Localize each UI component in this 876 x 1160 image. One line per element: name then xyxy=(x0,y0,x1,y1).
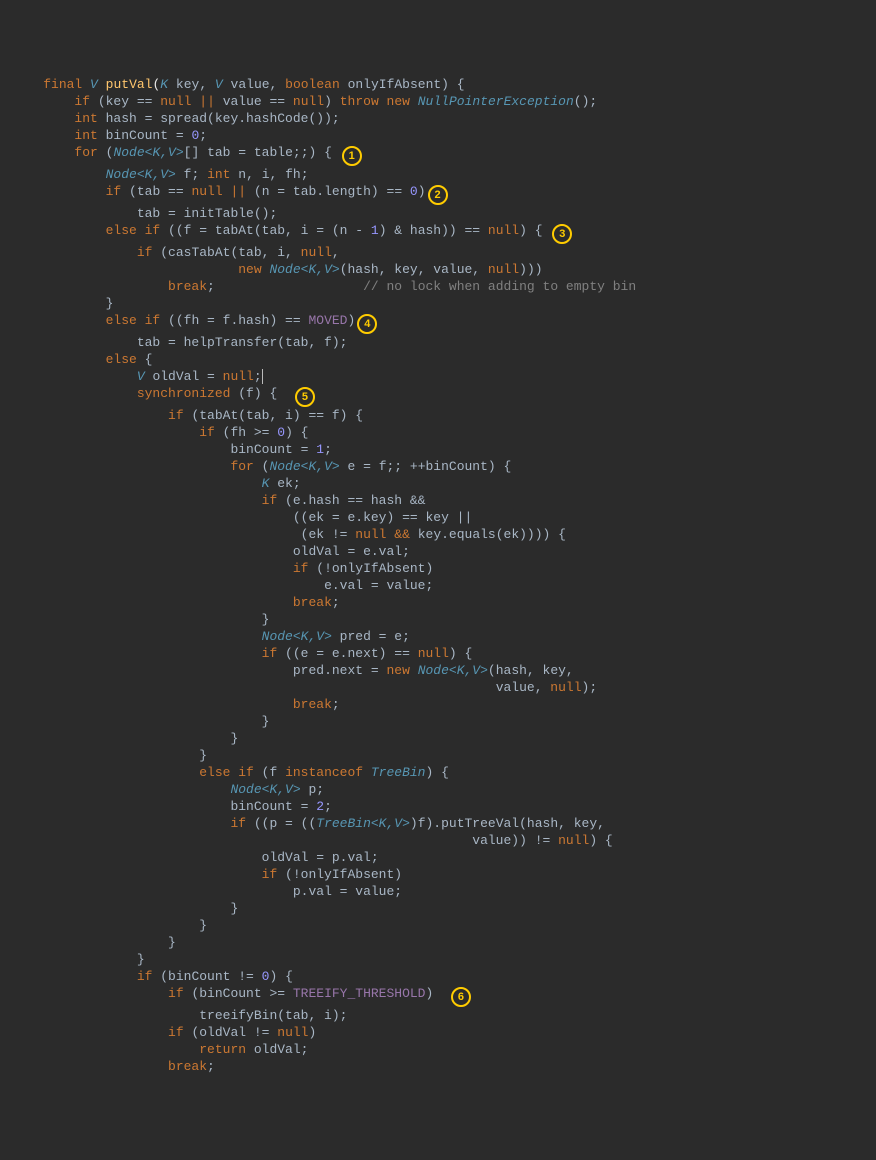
code-line: tab = initTable(); xyxy=(12,206,277,221)
annotation-badge-6: 6 xyxy=(451,987,471,1007)
code-line: if (tabAt(tab, i) == f) { xyxy=(12,408,363,423)
code-line: binCount = 1; xyxy=(12,442,332,457)
code-line: if (e.hash == hash && xyxy=(12,493,425,508)
code-line: if (fh >= 0) { xyxy=(12,425,308,440)
code-line: else { xyxy=(12,352,152,367)
code-line: Node<K,V> pred = e; xyxy=(12,629,410,644)
code-line: return oldVal; xyxy=(12,1042,308,1057)
text-cursor xyxy=(262,369,263,384)
code-line: tab = helpTransfer(tab, f); xyxy=(12,335,347,350)
type-V: V xyxy=(90,77,98,92)
code-line: else if (f instanceof TreeBin) { xyxy=(12,765,449,780)
code-line: if (!onlyIfAbsent) xyxy=(12,867,402,882)
code-line: } xyxy=(12,918,207,933)
code-line: } xyxy=(12,748,207,763)
code-line: } xyxy=(12,935,176,950)
kw-final: final xyxy=(43,77,82,92)
annotation-badge-4: 4 xyxy=(357,314,377,334)
code-line: oldVal = p.val; xyxy=(12,850,379,865)
code-line: final V putVal(K key, V value, boolean o… xyxy=(12,77,465,92)
code-line: } xyxy=(12,952,145,967)
code-line: if (tab == null || (n = tab.length) == 0… xyxy=(12,184,448,199)
comment: // no lock when adding to empty bin xyxy=(363,279,636,294)
code-line: if (oldVal != null) xyxy=(12,1025,316,1040)
code-line: if ((e = e.next) == null) { xyxy=(12,646,472,661)
code-line: oldVal = e.val; xyxy=(12,544,410,559)
annotation-badge-1: 1 xyxy=(342,146,362,166)
code-line: else if ((f = tabAt(tab, i = (n - 1) & h… xyxy=(12,223,572,238)
code-line: V oldVal = null; xyxy=(12,369,263,384)
code-line: K ek; xyxy=(12,476,301,491)
code-line: Node<K,V> p; xyxy=(12,782,324,797)
fn-putVal: putVal xyxy=(106,77,153,92)
code-line: treeifyBin(tab, i); xyxy=(12,1008,347,1023)
code-line: binCount = 2; xyxy=(12,799,332,814)
code-line: new Node<K,V>(hash, key, value, null))) xyxy=(12,262,543,277)
type-K: K xyxy=(160,77,168,92)
code-line: } xyxy=(12,731,238,746)
code-line: int hash = spread(key.hashCode()); xyxy=(12,111,340,126)
code-line: break; xyxy=(12,1059,215,1074)
code-line: ((ek = e.key) == key || xyxy=(12,510,472,525)
code-line: if ((p = ((TreeBin<K,V>)f).putTreeVal(ha… xyxy=(12,816,605,831)
const-MOVED: MOVED xyxy=(308,313,347,328)
code-line: if (!onlyIfAbsent) xyxy=(12,561,433,576)
annotation-badge-2: 2 xyxy=(428,185,448,205)
code-line: break; xyxy=(12,697,340,712)
type-NPE: NullPointerException xyxy=(410,94,574,109)
code-line: e.val = value; xyxy=(12,578,433,593)
code-line: pred.next = new Node<K,V>(hash, key, xyxy=(12,663,574,678)
code-line: } xyxy=(12,612,269,627)
code-line: } xyxy=(12,296,113,311)
code-editor[interactable]: final V putVal(K key, V value, boolean o… xyxy=(12,76,876,1075)
code-line: if (casTabAt(tab, i, null, xyxy=(12,245,340,260)
code-line: break; xyxy=(12,595,340,610)
const-TREEIFY: TREEIFY_THRESHOLD xyxy=(293,986,426,1001)
code-line: value)) != null) { xyxy=(12,833,613,848)
code-line: } xyxy=(12,901,238,916)
code-line: if (binCount >= TREEIFY_THRESHOLD) 6 xyxy=(12,986,471,1001)
code-line: int binCount = 0; xyxy=(12,128,207,143)
annotation-badge-5: 5 xyxy=(295,387,315,407)
code-line: else if ((fh = f.hash) == MOVED)4 xyxy=(12,313,377,328)
code-line: if (key == null || value == null) throw … xyxy=(12,94,597,109)
code-line: (ek != null && key.equals(ek)))) { xyxy=(12,527,566,542)
code-line: Node<K,V> f; int n, i, fh; xyxy=(12,167,309,182)
code-line: value, null); xyxy=(12,680,597,695)
code-line: break; // no lock when adding to empty b… xyxy=(12,279,636,294)
code-line: if (binCount != 0) { xyxy=(12,969,293,984)
code-line: } xyxy=(12,714,269,729)
code-line: synchronized (f) { 5 xyxy=(12,386,315,401)
code-line: for (Node<K,V> e = f;; ++binCount) { xyxy=(12,459,511,474)
type-TreeBin: TreeBin xyxy=(363,765,425,780)
code-line: for (Node<K,V>[] tab = table;;) { 1 xyxy=(12,145,362,160)
annotation-badge-3: 3 xyxy=(552,224,572,244)
code-line: p.val = value; xyxy=(12,884,402,899)
